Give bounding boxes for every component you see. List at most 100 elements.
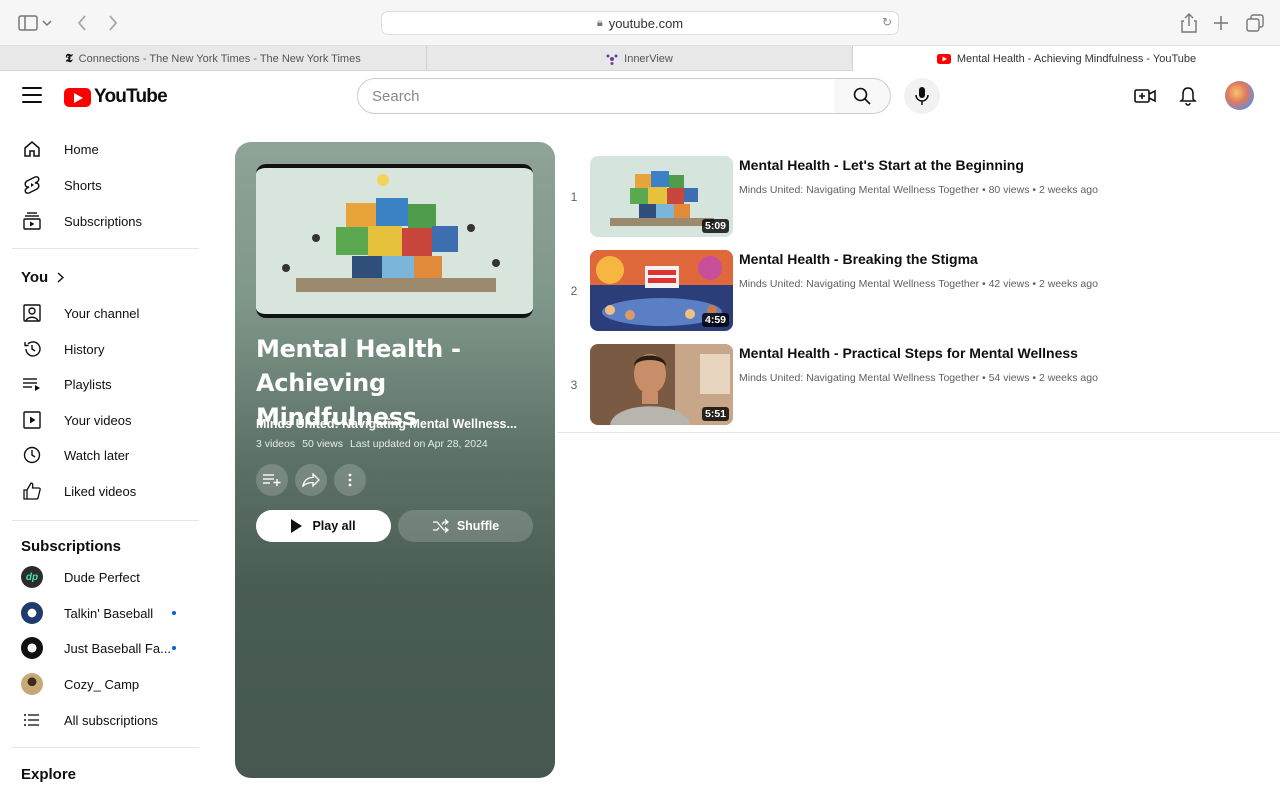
subscription-dude-perfect[interactable]: dp Dude Perfect — [12, 559, 200, 595]
sidebar-item-subscriptions[interactable]: Subscriptions — [12, 203, 200, 239]
sidebar-item-label: Dude Perfect — [64, 569, 140, 585]
video-index: 1 — [570, 190, 578, 204]
you-section-title[interactable]: You — [21, 269, 65, 286]
forward-icon[interactable] — [101, 11, 125, 35]
video-views: 54 views — [988, 372, 1030, 384]
video-thumbnail[interactable]: 5:51 — [590, 344, 733, 425]
home-icon — [20, 137, 44, 161]
tab-innerview[interactable]: InnerView — [427, 46, 853, 71]
channel-avatar-container — [20, 601, 44, 625]
subscription-talkin-baseball[interactable]: Talkin' Baseball — [12, 595, 200, 631]
voice-search-button[interactable] — [904, 78, 940, 114]
sidebar-divider — [12, 248, 199, 249]
playlist-video-row[interactable]: 1 5:09 Mental Health - Let's Start at th… — [557, 156, 1280, 250]
sidebar-item-label: Your videos — [64, 412, 132, 428]
menu-icon[interactable] — [22, 87, 42, 103]
playlist-updated: Last updated on Apr 28, 2024 — [349, 438, 488, 450]
sidebar-item-watch-later[interactable]: Watch later — [12, 437, 200, 473]
new-tab-icon[interactable] — [1209, 11, 1233, 35]
more-options-button[interactable] — [334, 464, 366, 496]
notifications-icon[interactable] — [1176, 84, 1200, 108]
sidebar-item-shorts[interactable]: Shorts — [12, 167, 200, 203]
video-title[interactable]: Mental Health - Let's Start at the Begin… — [739, 157, 1024, 173]
your-videos-icon — [20, 408, 44, 432]
sidebar-item-your-videos[interactable]: Your videos — [12, 402, 200, 438]
video-thumbnail[interactable]: 4:59 — [590, 250, 733, 331]
playlist-header-panel: Mental Health - Achieving Mindfulness Mi… — [235, 142, 555, 778]
playlist-video-row[interactable]: 2 4:59 Mental Health - Breaking the Stig… — [557, 250, 1280, 344]
sidebar-item-label: History — [64, 341, 105, 357]
video-title[interactable]: Mental Health - Breaking the Stigma — [739, 251, 978, 267]
sidebar-item-label: Your channel — [64, 305, 140, 321]
sidebar-item-label: Just Baseball Fa... — [64, 640, 171, 656]
tab-youtube[interactable]: Mental Health - Achieving Mindfulness - … — [853, 46, 1280, 71]
video-duration: 5:51 — [701, 407, 729, 421]
sidebar-item-label: Subscriptions — [64, 213, 143, 229]
share-playlist-button[interactable] — [295, 464, 327, 496]
sidebar-item-label: Cozy_ Camp — [64, 676, 140, 692]
playlist-views: 50 views — [302, 438, 343, 450]
talkin-baseball-avatar — [21, 602, 43, 624]
playlist-owner[interactable]: Minds United: Navigating Mental Wellness… — [256, 417, 536, 431]
sidebar-item-playlists[interactable]: Playlists — [12, 366, 200, 402]
tab-label: InnerView — [624, 52, 673, 65]
dude-perfect-avatar: dp — [21, 566, 43, 588]
history-icon — [20, 337, 44, 361]
sidebar-item-label: Talkin' Baseball — [64, 605, 154, 621]
sidebar-toggle-icon[interactable] — [16, 11, 40, 35]
sidebar-item-your-channel[interactable]: Your channel — [12, 295, 200, 331]
address-bar[interactable]: 🔒︎ youtube.com ↻ — [381, 11, 899, 35]
liked-videos-icon — [20, 479, 44, 503]
playlist-thumbnail[interactable] — [256, 164, 533, 318]
sidebar-item-all-subscriptions[interactable]: All subscriptions — [12, 702, 200, 738]
browser-toolbar: 🔒︎ youtube.com ↻ — [0, 0, 1280, 46]
explore-section-title: Explore — [21, 766, 76, 783]
video-channel[interactable]: Minds United: Navigating Mental Wellness… — [739, 278, 979, 290]
sidebar-item-liked-videos[interactable]: Liked videos — [12, 473, 200, 509]
channel-avatar-container — [20, 672, 44, 696]
search-icon — [853, 87, 871, 105]
shuffle-label: Shuffle — [456, 519, 500, 533]
shorts-icon — [20, 173, 44, 197]
video-channel[interactable]: Minds United: Navigating Mental Wellness… — [739, 184, 979, 196]
shuffle-button[interactable]: Shuffle — [398, 510, 533, 542]
tab-label: Connections - The New York Times - The N… — [78, 52, 361, 65]
lock-icon: 🔒︎ — [596, 16, 603, 29]
share-arrow-icon — [302, 473, 320, 487]
you-title-label: You — [21, 269, 49, 286]
video-views: 80 views — [988, 184, 1030, 196]
video-index: 3 — [570, 378, 578, 392]
more-vertical-icon — [348, 473, 352, 487]
list-divider — [557, 432, 1280, 433]
subscription-cozy-camp[interactable]: Cozy_ Camp — [12, 666, 200, 702]
channel-avatar-container — [20, 636, 44, 660]
save-playlist-button[interactable] — [256, 464, 288, 496]
video-duration: 5:09 — [701, 219, 729, 233]
subscription-just-baseball[interactable]: Just Baseball Fa... — [12, 630, 200, 666]
new-content-dot — [172, 646, 176, 650]
back-icon[interactable] — [70, 11, 94, 35]
sidebar-item-label: All subscriptions — [64, 712, 158, 728]
video-meta: Minds United: Navigating Mental Wellness… — [739, 278, 1098, 290]
sidebar-item-home[interactable]: Home — [12, 131, 200, 167]
search-input[interactable]: Search — [357, 78, 835, 114]
create-video-icon[interactable] — [1133, 84, 1157, 108]
tab-nyt[interactable]: 𝕿 Connections - The New York Times - The… — [0, 46, 427, 71]
sidebar-item-history[interactable]: History — [12, 331, 200, 367]
reload-icon[interactable]: ↻ — [882, 15, 892, 29]
chevron-down-icon[interactable] — [40, 11, 54, 35]
sidebar-item-label: Liked videos — [64, 483, 137, 499]
tab-overview-icon[interactable] — [1243, 11, 1267, 35]
share-icon[interactable] — [1177, 11, 1201, 35]
innerview-icon — [606, 53, 618, 65]
youtube-logo[interactable]: YouTube — [64, 86, 168, 108]
sidebar: Home Shorts Subscriptions You Your chann… — [0, 131, 210, 800]
playlist-video-row[interactable]: 3 5:51 Mental Health - Practical Steps f… — [557, 344, 1280, 438]
video-thumbnail[interactable]: 5:09 — [590, 156, 733, 237]
playlists-icon — [20, 372, 44, 396]
video-title[interactable]: Mental Health - Practical Steps for Ment… — [739, 345, 1078, 361]
account-avatar[interactable] — [1225, 81, 1254, 110]
play-all-button[interactable]: Play all — [256, 510, 391, 542]
search-button[interactable] — [834, 78, 891, 114]
video-channel[interactable]: Minds United: Navigating Mental Wellness… — [739, 372, 979, 384]
